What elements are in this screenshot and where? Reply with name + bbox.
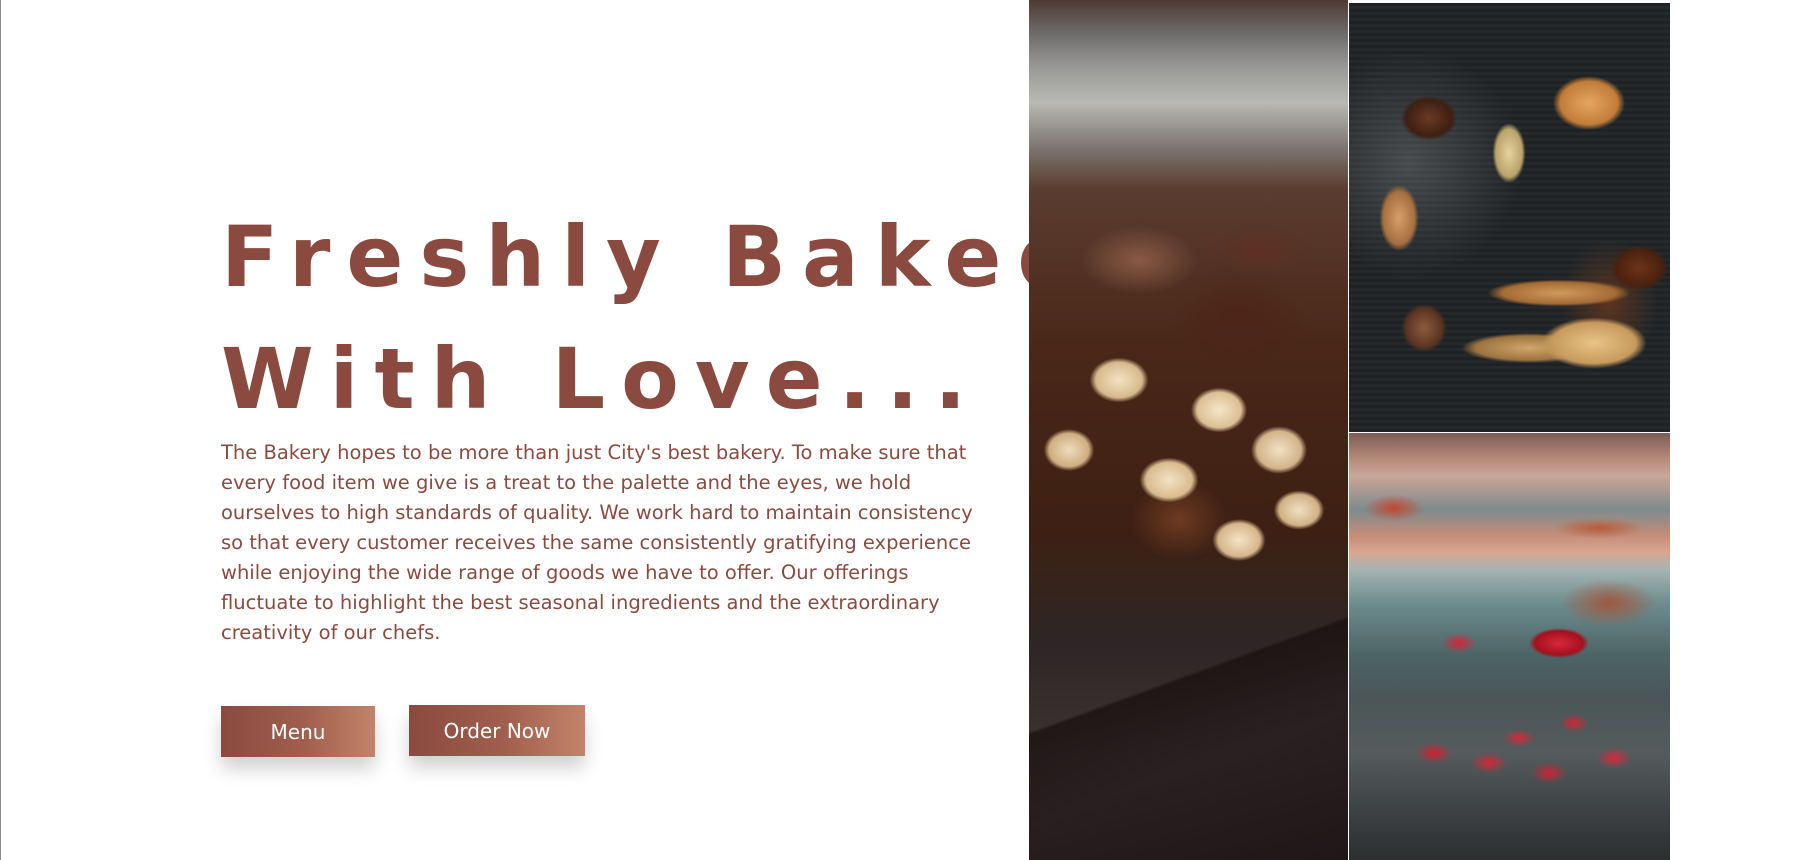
pastry-case-photo	[1349, 433, 1670, 860]
hero-headline: Freshly Baked With Love...	[221, 196, 1094, 440]
headline-line-2: With Love...	[221, 330, 983, 428]
breads-photo	[1349, 3, 1670, 432]
cupcakes-photo	[1029, 0, 1348, 860]
page-left-border	[0, 0, 1, 860]
menu-button[interactable]: Menu	[221, 706, 375, 757]
headline-line-1: Freshly Baked	[221, 208, 1094, 306]
display-shelf-shadow	[1029, 600, 1348, 860]
order-now-button[interactable]: Order Now	[409, 705, 585, 756]
hero-section: Freshly Baked With Love... The Bakery ho…	[221, 196, 1094, 648]
photo-gallery	[1029, 0, 1670, 860]
hero-description: The Bakery hopes to be more than just Ci…	[221, 441, 973, 644]
